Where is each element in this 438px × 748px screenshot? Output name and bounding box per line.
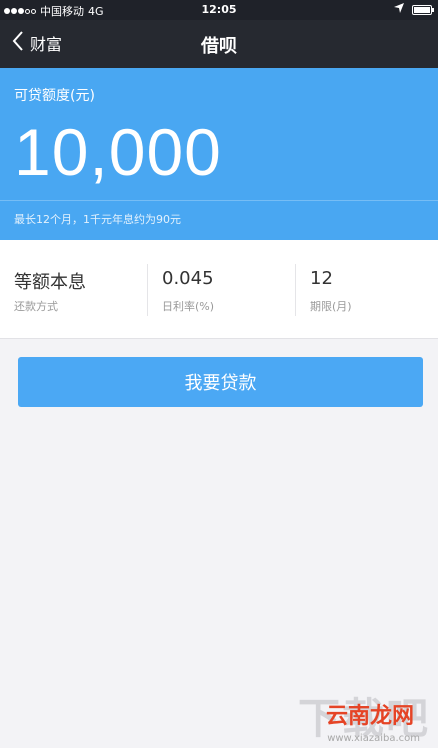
status-bar: 中国移动 4G 12:05 (0, 0, 438, 20)
apply-loan-button[interactable]: 我要贷款 (18, 357, 423, 407)
daily-rate-caption: 日利率(%) (162, 300, 215, 313)
repayment-method-caption: 还款方式 (14, 300, 58, 313)
credit-limit-amount: 10,000 (14, 115, 222, 189)
watermark: 下载吧 云南龙网 www.xiazaiba.com (298, 685, 430, 746)
term-value: 12 (310, 268, 333, 289)
watermark-brand: 云南龙网 (325, 704, 414, 729)
term-cell: 12 期限(月) (296, 240, 438, 338)
repayment-method-cell: 等额本息 还款方式 (0, 240, 146, 338)
repayment-method-value: 等额本息 (14, 272, 86, 293)
daily-rate-cell: 0.045 日利率(%) (148, 240, 294, 338)
page-title: 借呗 (201, 36, 237, 57)
daily-rate-value: 0.045 (162, 268, 214, 289)
nav-bar: 财富 借呗 (0, 20, 438, 68)
hero-divider (0, 200, 438, 201)
credit-limit-label: 可贷额度(元) (14, 88, 95, 104)
watermark-url: www.xiazaiba.com (327, 733, 420, 744)
loan-info-panel: 等额本息 还款方式 0.045 日利率(%) 12 期限(月) (0, 240, 438, 339)
interest-note: 最长12个月，1千元年息约为90元 (14, 213, 181, 226)
credit-limit-card: 可贷额度(元) 10,000 最长12个月，1千元年息约为90元 (0, 68, 438, 240)
battery-icon (412, 4, 434, 15)
location-arrow-icon (394, 3, 404, 16)
status-right (394, 3, 434, 16)
term-caption: 期限(月) (310, 300, 352, 313)
status-time: 12:05 (201, 3, 237, 16)
